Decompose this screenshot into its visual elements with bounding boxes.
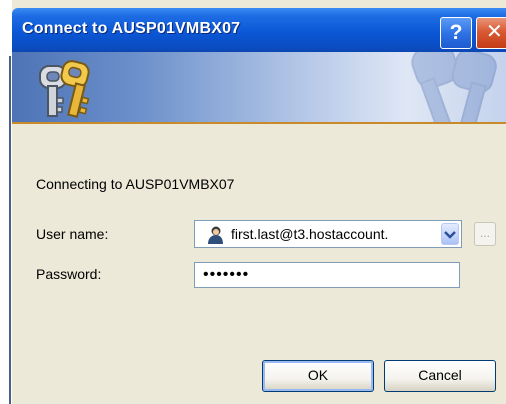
dropdown-arrow-button[interactable]: [441, 223, 459, 245]
banner: [12, 52, 506, 122]
username-value[interactable]: first.last@t3.hostaccount.: [231, 226, 439, 242]
keys-icon: [39, 60, 90, 118]
password-label: Password:: [36, 266, 102, 282]
username-label: User name:: [36, 226, 109, 242]
keys-watermark-icon: [411, 52, 497, 122]
username-combobox[interactable]: first.last@t3.hostaccount.: [194, 220, 462, 248]
chevron-down-icon: [444, 231, 456, 239]
close-button[interactable]: ✕: [476, 17, 506, 49]
window-title: Connect to AUSP01VMBX07: [22, 20, 241, 37]
cancel-button[interactable]: Cancel: [384, 360, 496, 392]
credentials-dialog: Connect to AUSP01VMBX07 ? ✕ Connecting t…: [0, 0, 506, 404]
banner-divider: [12, 122, 506, 124]
user-icon: [208, 226, 223, 244]
ok-button[interactable]: OK: [262, 360, 374, 392]
left-edge-border: [9, 56, 11, 404]
title-bar[interactable]: Connect to AUSP01VMBX07 ? ✕: [12, 8, 506, 52]
password-field[interactable]: •••••••: [194, 262, 460, 288]
help-button[interactable]: ?: [440, 17, 472, 49]
connecting-message: Connecting to AUSP01VMBX07: [36, 176, 235, 192]
browse-users-button[interactable]: ...: [474, 222, 496, 246]
